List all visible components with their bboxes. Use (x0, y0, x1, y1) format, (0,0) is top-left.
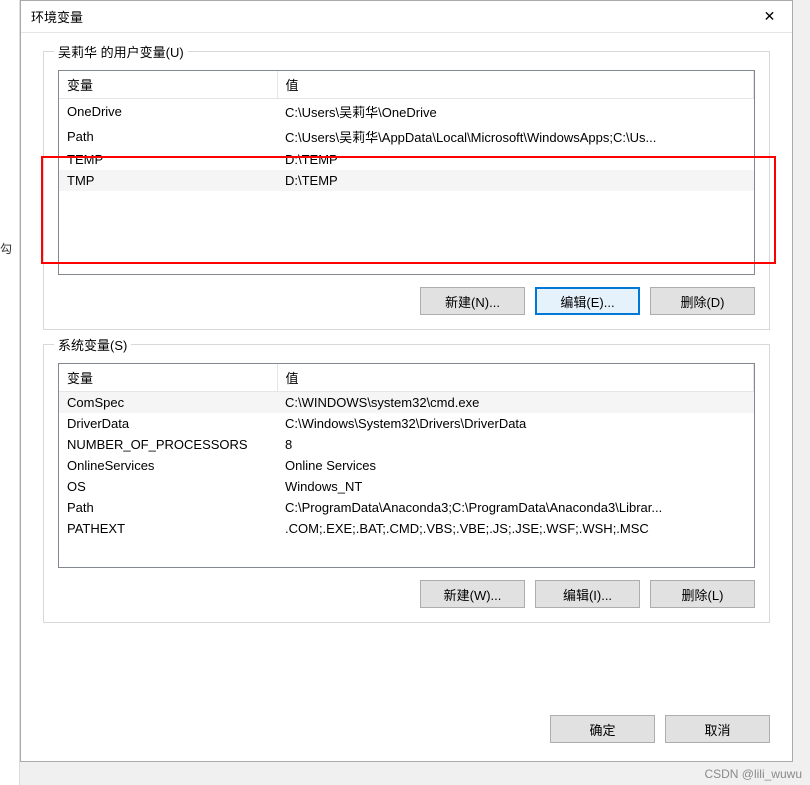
cell-val: C:\WINDOWS\system32\cmd.exe (277, 392, 754, 414)
cell-var: TMP (59, 170, 277, 191)
user-vars-label: 吴莉华 的用户变量(U) (54, 42, 188, 61)
user-col-var[interactable]: 变量 (59, 71, 277, 99)
dialog-footer: 确定 取消 (21, 705, 792, 761)
close-icon: ✕ (764, 8, 776, 25)
watermark-text: CSDN @lili_wuwu (704, 767, 802, 781)
sys-edit-button[interactable]: 编辑(I)... (535, 580, 640, 608)
ok-button[interactable]: 确定 (550, 715, 655, 743)
window-title: 环境变量 (31, 7, 83, 26)
table-row[interactable]: NUMBER_OF_PROCESSORS8 (59, 434, 754, 455)
cell-val: Online Services (277, 455, 754, 476)
table-row[interactable]: DriverDataC:\Windows\System32\Drivers\Dr… (59, 413, 754, 434)
env-vars-dialog: 环境变量 ✕ 吴莉华 的用户变量(U) 变量 值 OneDriveC:\User… (20, 0, 793, 762)
sys-col-var[interactable]: 变量 (59, 364, 277, 392)
cell-val: D:\TEMP (277, 149, 754, 170)
system-vars-table[interactable]: 变量 值 ComSpecC:\WINDOWS\system32\cmd.exeD… (58, 363, 755, 568)
titlebar: 环境变量 ✕ (21, 1, 792, 33)
user-edit-button[interactable]: 编辑(E)... (535, 287, 640, 315)
sys-delete-button[interactable]: 删除(L) (650, 580, 755, 608)
system-vars-label: 系统变量(S) (54, 335, 131, 354)
cell-val: .COM;.EXE;.BAT;.CMD;.VBS;.VBE;.JS;.JSE;.… (277, 518, 754, 539)
user-vars-table[interactable]: 变量 值 OneDriveC:\Users\吴莉华\OneDrivePathC:… (58, 70, 755, 275)
cell-var: ComSpec (59, 392, 277, 414)
cell-var: OnlineServices (59, 455, 277, 476)
user-col-val[interactable]: 值 (277, 71, 754, 99)
cell-var: TEMP (59, 149, 277, 170)
table-row[interactable]: OnlineServicesOnline Services (59, 455, 754, 476)
sys-col-val[interactable]: 值 (277, 364, 754, 392)
user-vars-group: 吴莉华 的用户变量(U) 变量 值 OneDriveC:\Users\吴莉华\O… (43, 51, 770, 330)
dialog-content: 吴莉华 的用户变量(U) 变量 值 OneDriveC:\Users\吴莉华\O… (21, 33, 792, 705)
table-row[interactable]: ComSpecC:\WINDOWS\system32\cmd.exe (59, 392, 754, 414)
close-button[interactable]: ✕ (747, 1, 792, 33)
cell-val: C:\Users\吴莉华\OneDrive (277, 99, 754, 125)
user-delete-button[interactable]: 删除(D) (650, 287, 755, 315)
table-row[interactable]: OSWindows_NT (59, 476, 754, 497)
system-button-row: 新建(W)... 编辑(I)... 删除(L) (58, 580, 755, 608)
cell-var: OneDrive (59, 99, 277, 125)
cell-var: DriverData (59, 413, 277, 434)
user-button-row: 新建(N)... 编辑(E)... 删除(D) (58, 287, 755, 315)
cancel-button[interactable]: 取消 (665, 715, 770, 743)
table-row[interactable]: PathC:\Users\吴莉华\AppData\Local\Microsoft… (59, 124, 754, 149)
cell-val: D:\TEMP (277, 170, 754, 191)
cell-var: Path (59, 124, 277, 149)
system-vars-group: 系统变量(S) 变量 值 ComSpecC:\WINDOWS\system32\… (43, 344, 770, 623)
cell-var: Path (59, 497, 277, 518)
cell-var: PATHEXT (59, 518, 277, 539)
background-left-edge: 勾 (0, 0, 20, 785)
cell-val: C:\Windows\System32\Drivers\DriverData (277, 413, 754, 434)
table-row[interactable]: PathC:\ProgramData\Anaconda3;C:\ProgramD… (59, 497, 754, 518)
cell-var: OS (59, 476, 277, 497)
user-new-button[interactable]: 新建(N)... (420, 287, 525, 315)
table-row[interactable]: TEMPD:\TEMP (59, 149, 754, 170)
table-row[interactable]: OneDriveC:\Users\吴莉华\OneDrive (59, 99, 754, 125)
table-row[interactable]: TMPD:\TEMP (59, 170, 754, 191)
cell-val: Windows_NT (277, 476, 754, 497)
cell-val: 8 (277, 434, 754, 455)
cell-var: NUMBER_OF_PROCESSORS (59, 434, 277, 455)
table-row[interactable]: PATHEXT.COM;.EXE;.BAT;.CMD;.VBS;.VBE;.JS… (59, 518, 754, 539)
sys-new-button[interactable]: 新建(W)... (420, 580, 525, 608)
cell-val: C:\Users\吴莉华\AppData\Local\Microsoft\Win… (277, 124, 754, 149)
cell-val: C:\ProgramData\Anaconda3;C:\ProgramData\… (277, 497, 754, 518)
